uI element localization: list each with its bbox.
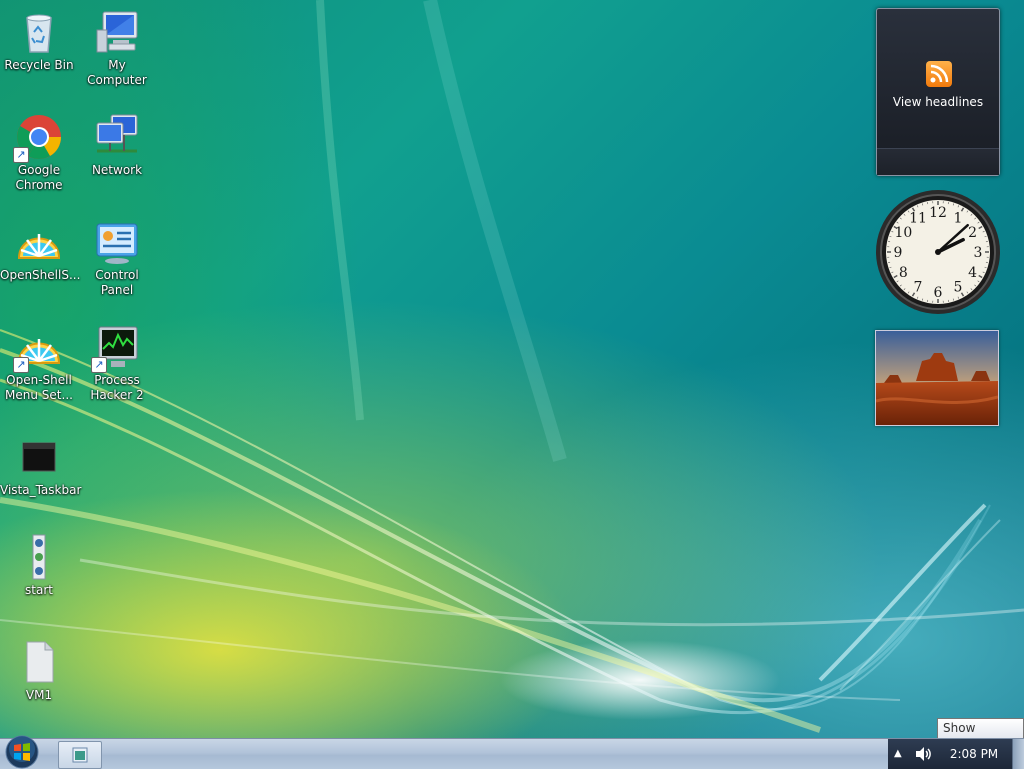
window-icon <box>59 742 101 768</box>
batch-file-icon <box>15 533 63 581</box>
show-hidden-icons-arrow[interactable]: ▲ <box>894 748 902 759</box>
recycle-bin-icon <box>15 8 63 56</box>
clock-numeral: 3 <box>974 245 983 261</box>
clock-numeral: 6 <box>934 285 943 301</box>
taskbar: ▲ 2:08 PM <box>0 738 1024 769</box>
taskbar-clock[interactable]: 2:08 PM <box>944 739 1004 769</box>
desktop-icon-google-chrome[interactable]: ↗ Google Chrome <box>0 113 78 193</box>
clock-numeral: 1 <box>954 210 963 226</box>
control-panel-icon <box>93 218 141 266</box>
icon-label: OpenShellS... <box>0 268 78 283</box>
clock-gadget[interactable]: 121234567891011 <box>874 188 1002 316</box>
slideshow-gadget[interactable] <box>875 330 999 426</box>
icon-label: Google Chrome <box>0 163 78 193</box>
desktop-icon-vm1[interactable]: VM1 <box>0 638 78 703</box>
taskbar-window-button[interactable] <box>58 741 102 769</box>
shortcut-arrow-icon: ↗ <box>13 357 29 373</box>
desktop-wallpaper[interactable]: Recycle Bin My Computer ↗ <box>0 0 1024 738</box>
open-shell-icon <box>15 218 63 266</box>
icon-label: My Computer <box>78 58 156 88</box>
desktop-icon-vista-taskbar[interactable]: Vista_Taskbar <box>0 433 78 498</box>
desktop-icon-recycle-bin[interactable]: Recycle Bin <box>0 8 78 73</box>
clock-numeral: 4 <box>968 265 977 281</box>
clock-numeral: 9 <box>894 245 903 261</box>
process-hacker-icon: ↗ <box>93 323 141 371</box>
start-button[interactable] <box>2 735 42 769</box>
black-file-icon <box>15 433 63 481</box>
clock-numeral: 10 <box>894 225 912 241</box>
computer-icon <box>93 8 141 56</box>
clock-numeral: 12 <box>929 205 947 221</box>
shortcut-arrow-icon: ↗ <box>91 357 107 373</box>
desktop-icon-process-hacker[interactable]: ↗ Process Hacker 2 <box>78 323 156 403</box>
open-shell-settings-icon: ↗ <box>15 323 63 371</box>
view-headlines-link[interactable]: View headlines <box>877 95 999 109</box>
icon-label: Process Hacker 2 <box>78 373 156 403</box>
icon-label: start <box>0 583 78 598</box>
desktop-icon-openshells[interactable]: OpenShellS... <box>0 218 78 283</box>
feed-gadget-footer <box>877 148 999 175</box>
desktop-icon-network[interactable]: Network <box>78 113 156 178</box>
desktop-icon-open-shell-menu-settings[interactable]: ↗ Open-Shell Menu Set... <box>0 323 78 403</box>
icon-label: Recycle Bin <box>0 58 78 73</box>
system-tray: ▲ 2:08 PM <box>888 739 1012 769</box>
icon-label: VM1 <box>0 688 78 703</box>
rss-icon <box>926 61 952 87</box>
clock-numeral: 11 <box>909 210 927 226</box>
icon-label: Network <box>78 163 156 178</box>
desktop-icon-control-panel[interactable]: Control Panel <box>78 218 156 298</box>
clock-numeral: 2 <box>968 225 977 241</box>
network-icon <box>93 113 141 161</box>
chrome-icon: ↗ <box>15 113 63 161</box>
desktop-icon-start[interactable]: start <box>0 533 78 598</box>
desktop-icon-my-computer[interactable]: My Computer <box>78 8 156 88</box>
show-desktop-button[interactable] <box>1012 739 1024 769</box>
clock-numeral: 8 <box>899 265 908 281</box>
feed-headlines-gadget[interactable]: View headlines <box>876 8 1000 176</box>
windows-orb-icon <box>2 735 42 769</box>
file-icon <box>15 638 63 686</box>
clock-face: 121234567891011 <box>874 188 1002 316</box>
desert-photo <box>876 331 998 425</box>
show-desktop-tooltip: Show desktop <box>937 718 1024 738</box>
icon-label: Control Panel <box>78 268 156 298</box>
icon-label: Open-Shell Menu Set... <box>0 373 78 403</box>
shortcut-arrow-icon: ↗ <box>13 147 29 163</box>
icon-label: Vista_Taskbar <box>0 483 78 498</box>
volume-icon[interactable] <box>914 746 932 762</box>
